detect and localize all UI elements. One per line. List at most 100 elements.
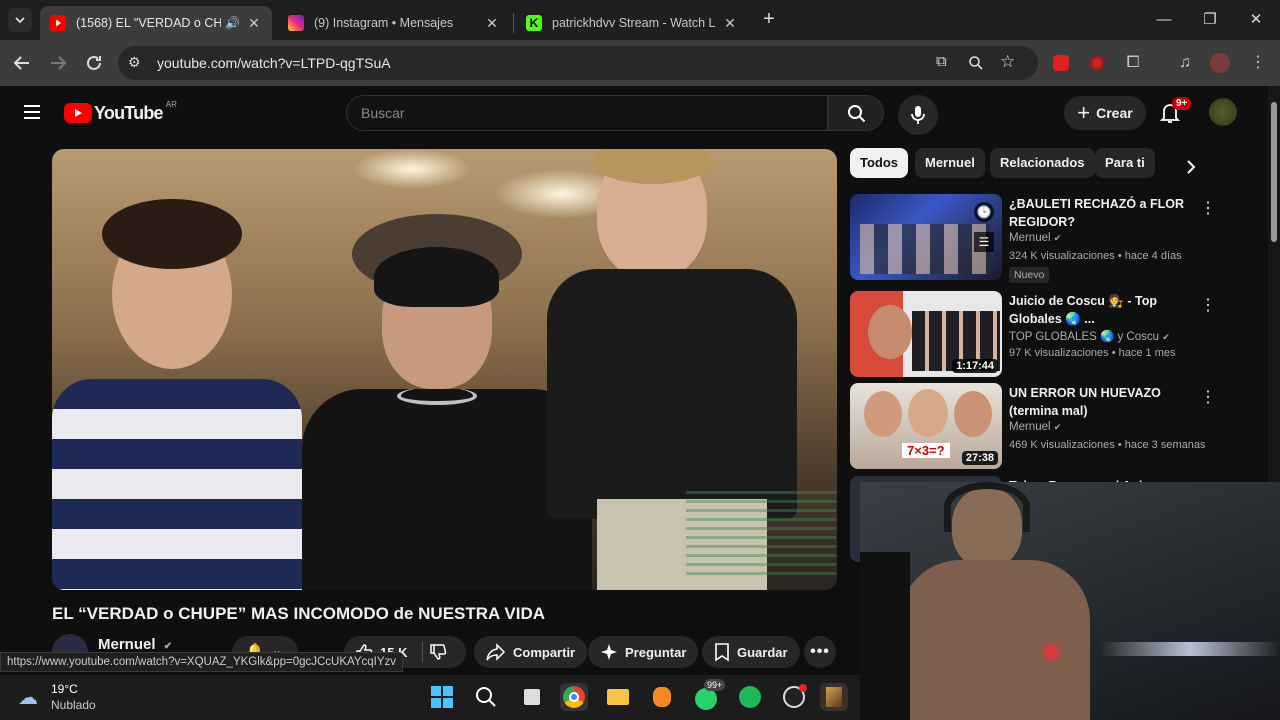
video-thumbnail[interactable]: 7×3=? 27:38 — [850, 383, 1002, 469]
channel-name[interactable]: Mernuel ✔ — [98, 636, 172, 653]
profile-avatar[interactable] — [1208, 51, 1232, 75]
taskbar-file-explorer[interactable] — [604, 683, 632, 711]
add-to-queue-icon[interactable]: ☰ — [974, 232, 994, 252]
taskbar-spotify[interactable] — [736, 683, 764, 711]
ask-button[interactable]: Preguntar — [588, 636, 699, 668]
chips-next-button[interactable] — [1176, 152, 1206, 182]
tab-youtube[interactable]: (1568) EL "VERDAD o CHUP 🔊 ✕ — [40, 6, 272, 40]
share-button[interactable]: Compartir — [474, 636, 588, 668]
video-thumbnail[interactable]: 🕒 ☰ — [850, 194, 1002, 280]
start-button[interactable] — [428, 683, 456, 711]
restore-button[interactable]: ❐ — [1196, 8, 1224, 32]
chip-todos[interactable]: Todos — [850, 148, 909, 178]
link-status-bar: https://www.youtube.com/watch?v=XQUAZ_YK… — [0, 652, 404, 672]
stream-chat-overlay — [686, 491, 836, 581]
watch-later-icon[interactable]: 🕒 — [974, 202, 994, 222]
video-meta: 469 K visualizaciones • hace 3 semanas — [1009, 439, 1206, 451]
recommended-video[interactable]: 1:17:44 Juicio de Coscu 🧑‍⚖️ - Top Globa… — [850, 291, 1268, 377]
create-button[interactable]: + Crear — [1064, 96, 1146, 130]
address-bar[interactable]: ⚙ youtube.com/watch?v=LTPD-qgTSuA ⧉ ☆ — [118, 46, 1038, 80]
task-view-button[interactable] — [518, 683, 546, 711]
tab-instagram[interactable]: (9) Instagram • Mensajes ✕ — [278, 6, 510, 40]
taskbar-fl-studio[interactable] — [648, 683, 676, 711]
reload-icon — [87, 55, 101, 70]
bookmark-star-icon[interactable]: ☆ — [1000, 52, 1015, 72]
taskbar-search-button[interactable] — [472, 683, 500, 711]
taskbar-whatsapp[interactable]: 99+ — [692, 679, 726, 711]
chevron-right-icon — [1187, 160, 1196, 174]
hamburger-menu-icon[interactable] — [22, 102, 42, 122]
tab-title: (9) Instagram • Mensajes — [314, 16, 454, 30]
extension-adblock-icon[interactable] — [1049, 51, 1073, 75]
recommended-video[interactable]: 7×3=? 27:38 UN ERROR UN HUEVAZO (termina… — [850, 383, 1268, 469]
spotify-icon — [739, 686, 761, 708]
chip-relacionados[interactable]: Relacionados — [990, 148, 1095, 178]
tab-close-icon[interactable]: ✕ — [722, 15, 738, 32]
voice-search-button[interactable] — [898, 95, 938, 135]
forward-button[interactable] — [46, 51, 70, 75]
sparkle-icon — [601, 644, 617, 660]
chip-mernuel[interactable]: Mernuel — [915, 148, 985, 178]
arrow-right-icon — [51, 56, 67, 70]
status-url: https://www.youtube.com/watch?v=XQUAZ_YK… — [7, 656, 397, 668]
more-vert-icon[interactable]: ⋮ — [1200, 198, 1216, 218]
video-duration: 27:38 — [961, 451, 998, 465]
tab-search-button[interactable] — [8, 8, 32, 32]
search-icon — [848, 105, 866, 123]
close-window-button[interactable]: ✕ — [1242, 8, 1270, 32]
minimize-button[interactable]: — — [1150, 8, 1178, 32]
arrow-left-icon — [13, 56, 29, 70]
extensions-puzzle-icon[interactable]: ⧠ — [1121, 51, 1145, 75]
cast-icon[interactable]: ⧉ — [936, 53, 947, 70]
weather-widget[interactable]: ☁ 19°C Nublado — [16, 681, 136, 715]
notifications-button[interactable]: 9+ — [1158, 97, 1192, 126]
video-meta: 324 K visualizaciones • hace 4 días — [1009, 250, 1182, 262]
chip-para-ti[interactable]: Para ti — [1095, 148, 1155, 178]
notification-badge: 9+ — [1172, 97, 1192, 110]
create-label: Crear — [1096, 105, 1133, 121]
account-avatar[interactable] — [1209, 98, 1237, 126]
search-input[interactable]: Buscar — [346, 95, 828, 131]
media-control-icon[interactable]: ♫ — [1173, 51, 1197, 75]
taskbar-obs[interactable] — [780, 683, 808, 711]
scrollbar-thumb[interactable] — [1271, 102, 1277, 242]
save-button[interactable]: Guardar — [702, 636, 800, 668]
gaming-chair — [860, 552, 910, 720]
taskbar-game-app[interactable] — [820, 683, 848, 711]
more-vert-icon[interactable]: ⋮ — [1200, 387, 1216, 407]
search-button[interactable] — [828, 95, 884, 131]
streamer-headphones — [944, 482, 1030, 532]
youtube-header: YouTube AR Buscar + Crear 9+ — [0, 86, 1268, 140]
verified-icon: ✔ — [1162, 332, 1170, 342]
chrome-menu-icon[interactable]: ⋮ — [1246, 51, 1270, 75]
tab-kick[interactable]: K patrickhdvv Stream - Watch Live ✕ — [516, 6, 748, 40]
kick-favicon-icon: K — [526, 15, 542, 31]
share-icon — [486, 643, 506, 661]
back-button[interactable] — [10, 51, 34, 75]
youtube-logo[interactable]: YouTube AR — [64, 99, 177, 124]
recommended-video[interactable]: 🕒 ☰ ¿BAULETI RECHAZÓ a FLOR REGIDOR? Mer… — [850, 194, 1268, 283]
zoom-icon[interactable] — [968, 55, 984, 71]
new-tab-button[interactable]: + — [758, 8, 780, 32]
windows-logo-icon — [431, 686, 453, 708]
dislike-button[interactable] — [428, 642, 454, 662]
tab-close-icon[interactable]: ✕ — [484, 15, 500, 32]
tab-close-icon[interactable]: ✕ — [246, 15, 262, 32]
cloud-icon: ☁ — [18, 687, 38, 709]
verified-icon: ✔ — [1053, 233, 1062, 243]
ask-label: Preguntar — [625, 644, 687, 660]
speaker-icon[interactable]: 🔊 — [225, 16, 240, 30]
video-title: Juicio de Coscu 🧑‍⚖️ - Top Globales 🌏 ..… — [1009, 294, 1157, 326]
more-vert-icon[interactable]: ⋮ — [1200, 295, 1216, 315]
video-thumbnail[interactable]: 1:17:44 — [850, 291, 1002, 377]
taskbar-chrome[interactable] — [560, 683, 588, 711]
video-title: UN ERROR UN HUEVAZO (termina mal) — [1009, 386, 1161, 418]
folder-icon — [607, 689, 629, 705]
region-code: AR — [165, 99, 177, 109]
extension-record-icon[interactable] — [1085, 51, 1109, 75]
reload-button[interactable] — [82, 51, 106, 75]
video-channel: Mernuel ✔ — [1009, 232, 1062, 244]
video-player[interactable] — [52, 149, 837, 590]
more-actions-button[interactable]: ••• — [804, 636, 836, 668]
site-info-icon[interactable]: ⚙ — [128, 54, 141, 71]
